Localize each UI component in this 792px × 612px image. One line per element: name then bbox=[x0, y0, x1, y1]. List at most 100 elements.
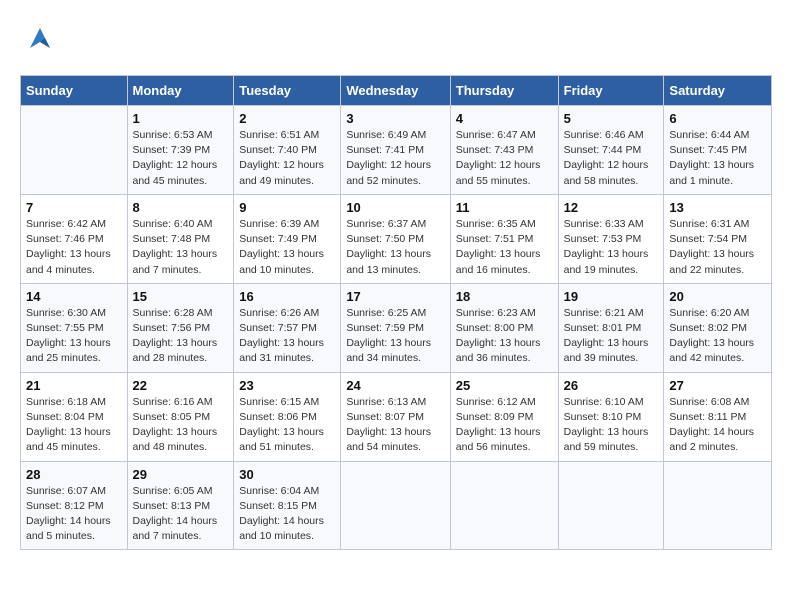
day-number: 20 bbox=[669, 289, 766, 304]
day-number: 17 bbox=[346, 289, 444, 304]
day-number: 16 bbox=[239, 289, 335, 304]
calendar-cell: 4 Sunrise: 6:47 AM Sunset: 7:43 PM Daylig… bbox=[450, 106, 558, 195]
day-info: Sunrise: 6:10 AM Sunset: 8:10 PM Dayligh… bbox=[564, 395, 659, 456]
day-info: Sunrise: 6:53 AM Sunset: 7:39 PM Dayligh… bbox=[133, 128, 229, 189]
day-number: 15 bbox=[133, 289, 229, 304]
day-info: Sunrise: 6:20 AM Sunset: 8:02 PM Dayligh… bbox=[669, 306, 766, 367]
day-info: Sunrise: 6:23 AM Sunset: 8:00 PM Dayligh… bbox=[456, 306, 553, 367]
day-info: Sunrise: 6:28 AM Sunset: 7:56 PM Dayligh… bbox=[133, 306, 229, 367]
logo-icon bbox=[20, 20, 58, 65]
day-info: Sunrise: 6:40 AM Sunset: 7:48 PM Dayligh… bbox=[133, 217, 229, 278]
calendar-cell: 20 Sunrise: 6:20 AM Sunset: 8:02 PM Dayli… bbox=[664, 283, 772, 372]
weekday-header: Thursday bbox=[450, 76, 558, 106]
day-number: 13 bbox=[669, 200, 766, 215]
calendar-cell: 9 Sunrise: 6:39 AM Sunset: 7:49 PM Daylig… bbox=[234, 194, 341, 283]
day-info: Sunrise: 6:44 AM Sunset: 7:45 PM Dayligh… bbox=[669, 128, 766, 189]
day-number: 6 bbox=[669, 111, 766, 126]
weekday-header: Wednesday bbox=[341, 76, 450, 106]
day-info: Sunrise: 6:31 AM Sunset: 7:54 PM Dayligh… bbox=[669, 217, 766, 278]
day-number: 30 bbox=[239, 467, 335, 482]
calendar-cell: 1 Sunrise: 6:53 AM Sunset: 7:39 PM Daylig… bbox=[127, 106, 234, 195]
day-number: 22 bbox=[133, 378, 229, 393]
calendar-cell: 12Sunrise: 6:33 AM Sunset: 7:53 PM Dayli… bbox=[558, 194, 664, 283]
day-number: 3 bbox=[346, 111, 444, 126]
calendar-cell: 21 Sunrise: 6:18 AM Sunset: 8:04 PM Dayli… bbox=[21, 372, 128, 461]
logo bbox=[20, 20, 66, 65]
day-number: 19 bbox=[564, 289, 659, 304]
calendar-table: SundayMondayTuesdayWednesdayThursdayFrid… bbox=[20, 75, 772, 550]
calendar-cell: 28 Sunrise: 6:07 AM Sunset: 8:12 PM Dayli… bbox=[21, 461, 128, 550]
calendar-cell: 30Sunrise: 6:04 AM Sunset: 8:15 PM Dayli… bbox=[234, 461, 341, 550]
day-number: 4 bbox=[456, 111, 553, 126]
day-number: 21 bbox=[26, 378, 122, 393]
weekday-header: Friday bbox=[558, 76, 664, 106]
calendar-week-row: 14 Sunrise: 6:30 AM Sunset: 7:55 PM Dayli… bbox=[21, 283, 772, 372]
day-info: Sunrise: 6:13 AM Sunset: 8:07 PM Dayligh… bbox=[346, 395, 444, 456]
calendar-cell: 14 Sunrise: 6:30 AM Sunset: 7:55 PM Dayli… bbox=[21, 283, 128, 372]
day-info: Sunrise: 6:18 AM Sunset: 8:04 PM Dayligh… bbox=[26, 395, 122, 456]
calendar-cell bbox=[450, 461, 558, 550]
calendar-cell: 17 Sunrise: 6:25 AM Sunset: 7:59 PM Dayli… bbox=[341, 283, 450, 372]
calendar-week-row: 7Sunrise: 6:42 AM Sunset: 7:46 PM Daylig… bbox=[21, 194, 772, 283]
page-header bbox=[20, 20, 772, 65]
day-number: 2 bbox=[239, 111, 335, 126]
calendar-cell bbox=[664, 461, 772, 550]
calendar-week-row: 21 Sunrise: 6:18 AM Sunset: 8:04 PM Dayli… bbox=[21, 372, 772, 461]
day-info: Sunrise: 6:21 AM Sunset: 8:01 PM Dayligh… bbox=[564, 306, 659, 367]
day-info: Sunrise: 6:26 AM Sunset: 7:57 PM Dayligh… bbox=[239, 306, 335, 367]
day-info: Sunrise: 6:47 AM Sunset: 7:43 PM Dayligh… bbox=[456, 128, 553, 189]
weekday-header: Tuesday bbox=[234, 76, 341, 106]
day-number: 18 bbox=[456, 289, 553, 304]
weekday-header: Sunday bbox=[21, 76, 128, 106]
calendar-cell: 29 Sunrise: 6:05 AM Sunset: 8:13 PM Dayli… bbox=[127, 461, 234, 550]
calendar-cell: 8Sunrise: 6:40 AM Sunset: 7:48 PM Daylig… bbox=[127, 194, 234, 283]
day-info: Sunrise: 6:46 AM Sunset: 7:44 PM Dayligh… bbox=[564, 128, 659, 189]
day-number: 9 bbox=[239, 200, 335, 215]
day-info: Sunrise: 6:07 AM Sunset: 8:12 PM Dayligh… bbox=[26, 484, 122, 545]
day-info: Sunrise: 6:37 AM Sunset: 7:50 PM Dayligh… bbox=[346, 217, 444, 278]
day-info: Sunrise: 6:49 AM Sunset: 7:41 PM Dayligh… bbox=[346, 128, 444, 189]
calendar-week-row: 28 Sunrise: 6:07 AM Sunset: 8:12 PM Dayli… bbox=[21, 461, 772, 550]
day-info: Sunrise: 6:51 AM Sunset: 7:40 PM Dayligh… bbox=[239, 128, 335, 189]
day-number: 27 bbox=[669, 378, 766, 393]
calendar-cell: 6 Sunrise: 6:44 AM Sunset: 7:45 PM Daylig… bbox=[664, 106, 772, 195]
calendar-cell: 11 Sunrise: 6:35 AM Sunset: 7:51 PM Dayli… bbox=[450, 194, 558, 283]
calendar-week-row: 1 Sunrise: 6:53 AM Sunset: 7:39 PM Daylig… bbox=[21, 106, 772, 195]
calendar-cell: 26 Sunrise: 6:10 AM Sunset: 8:10 PM Dayli… bbox=[558, 372, 664, 461]
calendar-cell: 2 Sunrise: 6:51 AM Sunset: 7:40 PM Daylig… bbox=[234, 106, 341, 195]
day-number: 26 bbox=[564, 378, 659, 393]
calendar-cell: 22 Sunrise: 6:16 AM Sunset: 8:05 PM Dayli… bbox=[127, 372, 234, 461]
day-info: Sunrise: 6:05 AM Sunset: 8:13 PM Dayligh… bbox=[133, 484, 229, 545]
calendar-cell: 15 Sunrise: 6:28 AM Sunset: 7:56 PM Dayli… bbox=[127, 283, 234, 372]
calendar-cell: 19 Sunrise: 6:21 AM Sunset: 8:01 PM Dayli… bbox=[558, 283, 664, 372]
calendar-cell: 27 Sunrise: 6:08 AM Sunset: 8:11 PM Dayli… bbox=[664, 372, 772, 461]
day-number: 10 bbox=[346, 200, 444, 215]
weekday-header: Saturday bbox=[664, 76, 772, 106]
calendar-cell: 16 Sunrise: 6:26 AM Sunset: 7:57 PM Dayli… bbox=[234, 283, 341, 372]
day-number: 12 bbox=[564, 200, 659, 215]
day-number: 23 bbox=[239, 378, 335, 393]
day-info: Sunrise: 6:25 AM Sunset: 7:59 PM Dayligh… bbox=[346, 306, 444, 367]
day-number: 29 bbox=[133, 467, 229, 482]
day-number: 11 bbox=[456, 200, 553, 215]
day-info: Sunrise: 6:16 AM Sunset: 8:05 PM Dayligh… bbox=[133, 395, 229, 456]
day-number: 28 bbox=[26, 467, 122, 482]
calendar-cell bbox=[341, 461, 450, 550]
day-number: 25 bbox=[456, 378, 553, 393]
day-info: Sunrise: 6:39 AM Sunset: 7:49 PM Dayligh… bbox=[239, 217, 335, 278]
calendar-header-row: SundayMondayTuesdayWednesdayThursdayFrid… bbox=[21, 76, 772, 106]
day-number: 5 bbox=[564, 111, 659, 126]
day-number: 14 bbox=[26, 289, 122, 304]
calendar-cell: 10 Sunrise: 6:37 AM Sunset: 7:50 PM Dayli… bbox=[341, 194, 450, 283]
day-number: 1 bbox=[133, 111, 229, 126]
calendar-cell: 3 Sunrise: 6:49 AM Sunset: 7:41 PM Daylig… bbox=[341, 106, 450, 195]
day-info: Sunrise: 6:30 AM Sunset: 7:55 PM Dayligh… bbox=[26, 306, 122, 367]
calendar-cell: 13 Sunrise: 6:31 AM Sunset: 7:54 PM Dayli… bbox=[664, 194, 772, 283]
calendar-cell bbox=[21, 106, 128, 195]
weekday-header: Monday bbox=[127, 76, 234, 106]
day-info: Sunrise: 6:08 AM Sunset: 8:11 PM Dayligh… bbox=[669, 395, 766, 456]
calendar-cell: 24Sunrise: 6:13 AM Sunset: 8:07 PM Dayli… bbox=[341, 372, 450, 461]
calendar-cell: 23Sunrise: 6:15 AM Sunset: 8:06 PM Dayli… bbox=[234, 372, 341, 461]
day-info: Sunrise: 6:42 AM Sunset: 7:46 PM Dayligh… bbox=[26, 217, 122, 278]
day-info: Sunrise: 6:35 AM Sunset: 7:51 PM Dayligh… bbox=[456, 217, 553, 278]
